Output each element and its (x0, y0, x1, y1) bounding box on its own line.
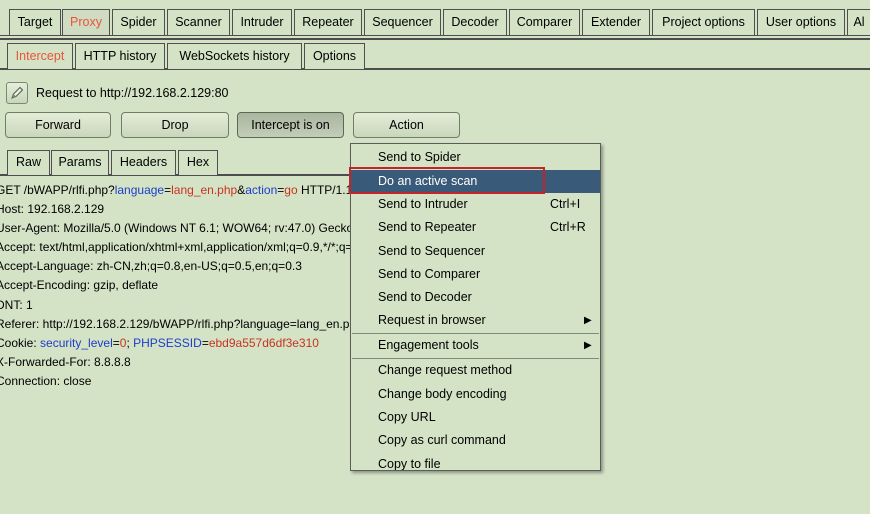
header-referer: Referer: http://192.168.2.129/bWAPP/rlfi… (0, 316, 350, 331)
tab-options[interactable]: Options (304, 43, 365, 69)
menu-item-label: Send to Decoder (378, 290, 472, 304)
tab-comparer[interactable]: Comparer (509, 9, 580, 35)
cookie-name: security_level (40, 335, 113, 350)
menu-item-label: Request in browser (378, 313, 486, 327)
tab-raw[interactable]: Raw (7, 150, 50, 175)
action-button[interactable]: Action (353, 112, 460, 138)
tab-hex[interactable]: Hex (178, 150, 218, 175)
pencil-icon[interactable] (6, 82, 28, 104)
menu-item-label: Copy URL (378, 410, 436, 424)
tab-intruder[interactable]: Intruder (232, 9, 292, 35)
menu-item-label: Copy to file (378, 457, 441, 471)
menu-item-copy-to-file[interactable]: Copy to file (351, 453, 600, 471)
menu-item-label: Send to Intruder (378, 197, 468, 211)
menu-item-label: Change request method (378, 363, 513, 377)
menu-item-label: Send to Sequencer (378, 244, 486, 258)
tab-params[interactable]: Params (51, 150, 109, 175)
tab-extender[interactable]: Extender (582, 9, 650, 35)
menu-item-send-to-repeater[interactable]: Send to Repeater Ctrl+R (351, 216, 600, 239)
param-value: lang_en.php (171, 183, 238, 197)
raw-request-editor[interactable]: GET /bWAPP/rlfi.php?language = lang_en.php… (0, 181, 350, 401)
menu-item-copy-as-curl[interactable]: Copy as curl command (351, 429, 600, 452)
menu-item-shortcut: Ctrl+R (550, 220, 586, 234)
drop-button[interactable]: Drop (121, 112, 229, 138)
header-connection: Connection: close (0, 373, 92, 388)
cookie-key: Cookie: (0, 335, 41, 350)
header-user-agent: User-Agent: Mozilla/5.0 (Windows NT 6.1;… (0, 221, 350, 236)
tab-project-options[interactable]: Project options (652, 9, 755, 35)
cookie-eq: = (112, 335, 120, 350)
cookie-name: PHPSESSID (133, 335, 202, 350)
tab-target[interactable]: Target (9, 9, 61, 35)
request-line: GET /bWAPP/rlfi.php?language=lang_en.php… (0, 181, 350, 200)
tab-user-options[interactable]: User options (757, 9, 845, 35)
tab-decoder[interactable]: Decoder (443, 9, 507, 35)
proxy-sub-tab-bar: Intercept HTTP history WebSockets histor… (0, 40, 870, 70)
menu-item-label: Engagement tools (378, 338, 479, 352)
param-name: action (245, 183, 278, 197)
menu-item-shortcut: Ctrl+I (550, 197, 581, 211)
menu-item-label: Send to Spider (378, 150, 461, 164)
tab-repeater[interactable]: Repeater (294, 9, 362, 35)
tab-scanner[interactable]: Scanner (167, 9, 230, 35)
forward-button[interactable]: Forward (5, 112, 111, 138)
menu-item-change-body-encoding[interactable]: Change body encoding (351, 383, 600, 406)
tab-headers[interactable]: Headers (111, 150, 176, 175)
intercept-toggle-button[interactable]: Intercept is on (237, 112, 344, 138)
tab-alerts[interactable]: Al (847, 9, 870, 35)
main-tab-bar: Target Proxy Spider Scanner Intruder Rep… (0, 0, 870, 40)
menu-item-copy-url[interactable]: Copy URL (351, 406, 600, 429)
cookie-value: ebd9a557d6df3e310 (208, 335, 319, 350)
triangle-right-icon: ▶ (584, 340, 592, 351)
tab-proxy[interactable]: Proxy (62, 9, 110, 35)
tab-intercept[interactable]: Intercept (7, 43, 73, 69)
menu-item-send-to-sequencer[interactable]: Send to Sequencer (351, 240, 600, 263)
tab-http-history[interactable]: HTTP history (75, 43, 165, 69)
param-value: go (284, 183, 298, 197)
menu-item-send-to-comparer[interactable]: Send to Comparer (351, 263, 600, 286)
main-tab-rule (0, 35, 870, 36)
request-target-label: Request to http://192.168.2.129:80 (36, 86, 229, 100)
menu-item-label: Send to Repeater (378, 220, 476, 234)
menu-item-label: Change body encoding (378, 387, 507, 401)
header-accept: Accept: text/html,application/xhtml+xml,… (0, 240, 350, 255)
menu-item-engagement-tools[interactable]: Engagement tools ▶ (351, 334, 600, 357)
request-line-path: GET /bWAPP/rlfi.php? (0, 183, 115, 197)
menu-item-label: Copy as curl command (378, 433, 506, 447)
menu-item-send-to-spider[interactable]: Send to Spider (351, 146, 600, 169)
cookie-eq: = (201, 335, 209, 350)
menu-item-send-to-intruder[interactable]: Send to Intruder Ctrl+I (351, 193, 600, 216)
menu-item-change-request-method[interactable]: Change request method (351, 359, 600, 382)
tab-websockets-history[interactable]: WebSockets history (167, 43, 302, 69)
request-line-protocol: HTTP/1.1 (297, 183, 350, 197)
tab-spider[interactable]: Spider (112, 9, 165, 35)
message-editor-tabs: Raw Params Headers Hex (0, 146, 355, 176)
header-x-forwarded-for: X-Forwarded-For: 8.8.8.8 (0, 354, 131, 369)
menu-item-label: Send to Comparer (378, 267, 481, 281)
header-accept-language: Accept-Language: zh-CN,zh;q=0.8,en-US;q=… (0, 259, 302, 274)
header-accept-encoding: Accept-Encoding: gzip, deflate (0, 278, 159, 293)
header-dnt: DNT: 1 (0, 297, 33, 312)
tab-sequencer[interactable]: Sequencer (364, 9, 441, 35)
annotation-highlight-box (349, 167, 545, 194)
header-host: Host: 192.168.2.129 (0, 202, 105, 217)
menu-item-send-to-decoder[interactable]: Send to Decoder (351, 286, 600, 309)
header-cookie: Cookie: security_level=0; PHPSESSID=ebd9… (0, 334, 350, 353)
param-name: language (114, 183, 165, 197)
menu-item-request-in-browser[interactable]: Request in browser ▶ (351, 309, 600, 332)
triangle-right-icon: ▶ (584, 315, 592, 326)
